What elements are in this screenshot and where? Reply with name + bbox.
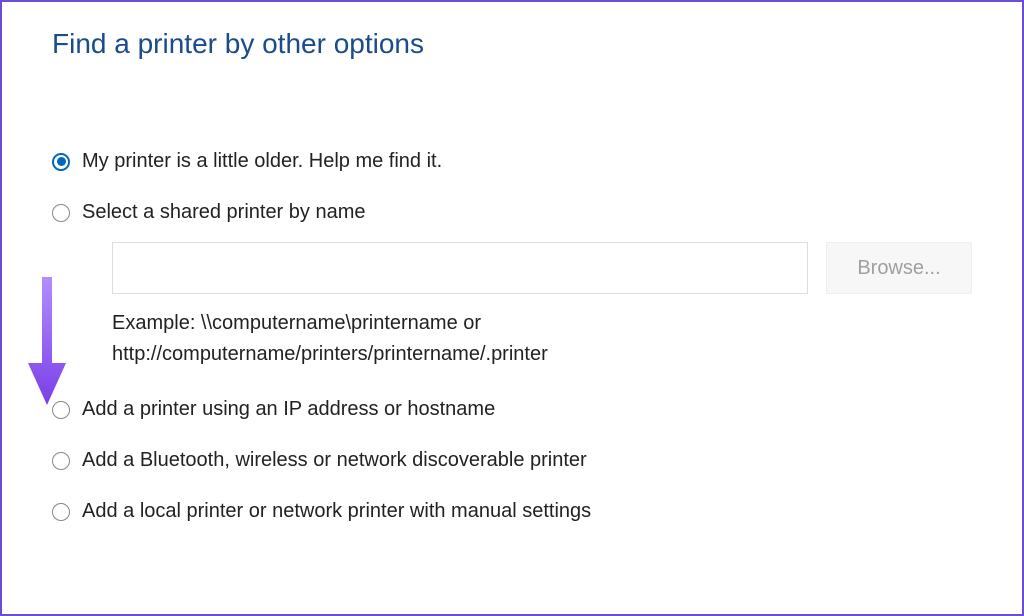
shared-printer-subsection: Browse... Example: \\computername\printe… xyxy=(112,242,972,370)
radio-local-manual[interactable] xyxy=(52,503,70,521)
radio-bluetooth[interactable] xyxy=(52,452,70,470)
option-bluetooth[interactable]: Add a Bluetooth, wireless or network dis… xyxy=(52,449,972,472)
shared-printer-example-text: Example: \\computername\printername or h… xyxy=(112,308,812,370)
option-label-bluetooth: Add a Bluetooth, wireless or network dis… xyxy=(82,449,587,472)
option-label-ip: Add a printer using an IP address or hos… xyxy=(82,398,495,421)
add-printer-wizard: Find a printer by other options My print… xyxy=(2,2,1022,581)
option-local-manual[interactable]: Add a local printer or network printer w… xyxy=(52,500,972,523)
radio-older-printer[interactable] xyxy=(52,153,70,171)
browse-button[interactable]: Browse... xyxy=(826,242,972,294)
option-older-printer[interactable]: My printer is a little older. Help me fi… xyxy=(52,150,972,173)
option-label-local: Add a local printer or network printer w… xyxy=(82,500,591,523)
radio-ip-address[interactable] xyxy=(52,401,70,419)
option-shared-printer[interactable]: Select a shared printer by name xyxy=(52,201,972,224)
page-title: Find a printer by other options xyxy=(52,28,972,60)
option-label-older: My printer is a little older. Help me fi… xyxy=(82,150,442,173)
shared-printer-input-row: Browse... xyxy=(112,242,972,294)
shared-printer-name-input[interactable] xyxy=(112,242,808,294)
option-ip-address[interactable]: Add a printer using an IP address or hos… xyxy=(52,398,972,421)
option-label-shared: Select a shared printer by name xyxy=(82,201,366,224)
radio-shared-printer[interactable] xyxy=(52,204,70,222)
